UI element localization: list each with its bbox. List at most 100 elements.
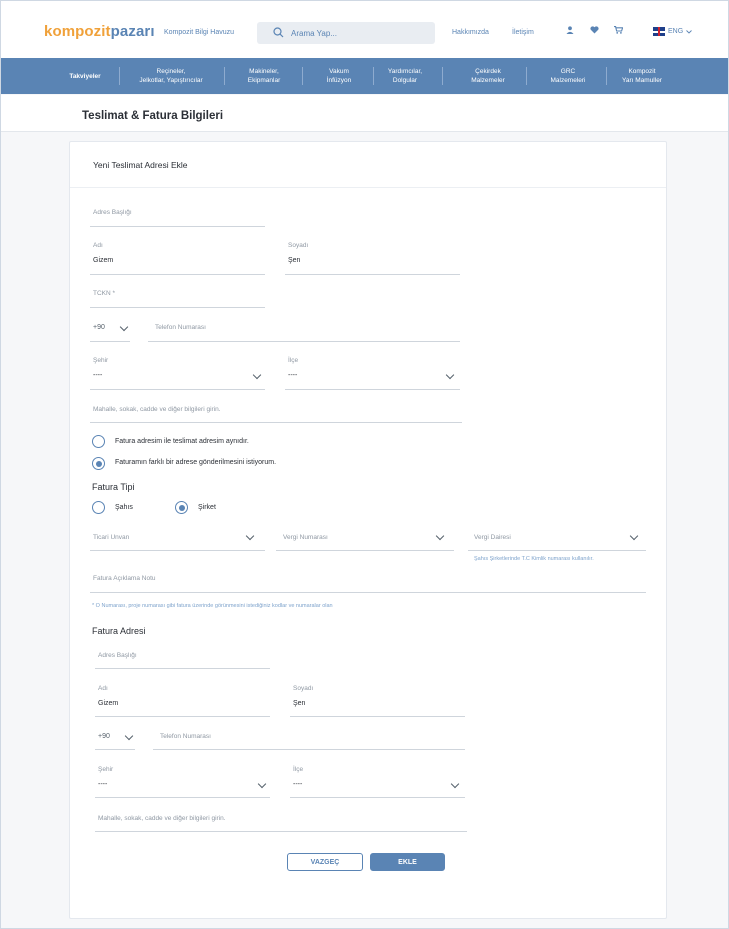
field-underline — [95, 716, 270, 717]
site-logo[interactable]: kompozitpazarı — [44, 23, 155, 40]
user-icon[interactable] — [566, 26, 574, 34]
page-title-bar: Teslimat & Fatura Bilgileri — [1, 95, 728, 132]
nav-item-kompozit-yari-mamuller[interactable]: Kompozit Yarı Mamuller — [611, 58, 673, 94]
chevron-down-icon — [124, 731, 134, 741]
field-underline — [285, 274, 460, 275]
chevron-down-icon — [245, 531, 255, 541]
invoice-last-name-label: Soyadı — [293, 685, 314, 692]
nav-divider — [526, 67, 527, 85]
field-underline — [95, 749, 135, 750]
invoice-city-label: Şehir — [98, 766, 114, 773]
first-name-label: Adı — [93, 242, 103, 249]
field-underline — [285, 389, 460, 390]
district-select[interactable]: ---- — [288, 372, 297, 379]
card-title: Yeni Teslimat Adresi Ekle — [93, 160, 188, 170]
last-name-field[interactable]: Şen — [288, 257, 300, 264]
logo-part-kompozit: kompozit — [44, 23, 111, 40]
page-title: Teslimat & Fatura Bilgileri — [82, 110, 224, 122]
field-underline — [95, 668, 270, 669]
language-selector[interactable]: ENG — [653, 27, 692, 36]
field-underline — [290, 797, 465, 798]
invoice-district-label: İlçe — [293, 766, 304, 773]
add-button[interactable]: EKLE — [370, 853, 445, 871]
same-address-radio[interactable] — [92, 435, 105, 448]
district-label: İlçe — [288, 357, 299, 364]
first-name-field[interactable]: Gizem — [93, 257, 113, 264]
nav-item-recineler[interactable]: Reçineler, Jelkotlar, Yapıştırıcılar — [128, 58, 214, 94]
invoice-address-title: Fatura Adresi — [92, 626, 146, 636]
field-underline — [90, 307, 265, 308]
chevron-down-icon — [445, 370, 455, 380]
category-nav: Takviyeler Reçineler, Jelkotlar, Yapıştı… — [1, 58, 728, 94]
address-detail-field[interactable]: Mahalle, sokak, cadde ve diğer bilgileri… — [93, 406, 221, 413]
search-icon — [273, 27, 284, 38]
city-select[interactable]: ---- — [93, 372, 102, 379]
personal-label: Şahıs — [115, 504, 133, 511]
field-underline — [90, 422, 462, 423]
phone-number-field[interactable]: Telefon Numarası — [155, 324, 206, 331]
field-underline — [95, 797, 270, 798]
iletisim-link[interactable]: İletişim — [512, 29, 534, 36]
chevron-down-icon — [252, 370, 262, 380]
invoice-address-title-field[interactable]: Adres Başlığı — [98, 652, 137, 659]
phone-code-select[interactable]: +90 — [93, 324, 105, 331]
cancel-button[interactable]: VAZGEÇ — [287, 853, 363, 871]
hakkimizda-link[interactable]: Hakkımızda — [452, 29, 489, 36]
invoice-note-field[interactable]: Fatura Açıklama Notu — [93, 575, 156, 582]
nav-item-grc[interactable]: GRC Malzemeleri — [538, 58, 598, 94]
company-label: Şirket — [198, 504, 216, 511]
invoice-phone-code-select[interactable]: +90 — [98, 733, 110, 740]
tax-number-select[interactable]: Vergi Numarası — [283, 534, 328, 541]
card-header: Yeni Teslimat Adresi Ekle — [70, 142, 666, 188]
city-label: Şehir — [93, 357, 109, 364]
personal-radio[interactable] — [92, 501, 105, 514]
invoice-address-detail-field[interactable]: Mahalle, sokak, cadde ve diğer bilgileri… — [98, 815, 226, 822]
page-frame: kompozitpazarı Kompozit Bilgi Havuzu Ara… — [0, 0, 729, 929]
language-label: ENG — [668, 28, 684, 35]
chevron-down-icon — [686, 29, 692, 34]
chevron-down-icon — [435, 531, 445, 541]
nav-divider — [302, 67, 303, 85]
field-underline — [90, 274, 265, 275]
invoice-note-hint: * O Numarası, proje numarası gibi fatura… — [92, 603, 333, 609]
different-address-radio[interactable] — [92, 457, 105, 470]
tax-office-select[interactable]: Vergi Dairesi — [474, 534, 511, 541]
address-title-field[interactable]: Adres Başlığı — [93, 209, 132, 216]
invoice-phone-number-field[interactable]: Telefon Numarası — [160, 733, 211, 740]
bilgi-havuzu-link[interactable]: Kompozit Bilgi Havuzu — [164, 29, 234, 36]
last-name-label: Soyadı — [288, 242, 309, 249]
heart-icon[interactable] — [590, 26, 599, 34]
tax-office-hint: Şahıs Şirketlerinde T.C Kimlik numarası … — [474, 556, 594, 562]
search-box[interactable]: Arama Yap... — [257, 22, 435, 44]
nav-item-vakum[interactable]: Vakum İnfüzyon — [312, 58, 366, 94]
chevron-down-icon — [257, 779, 267, 789]
field-underline — [95, 831, 467, 832]
invoice-district-select[interactable]: ---- — [293, 781, 302, 788]
different-address-label: Faturamın farklı bir adrese gönderilmesi… — [115, 459, 277, 466]
field-underline — [90, 550, 265, 551]
invoice-type-title: Fatura Tipi — [92, 482, 135, 492]
field-underline — [90, 341, 130, 342]
chevron-down-icon — [629, 531, 639, 541]
field-underline — [153, 749, 465, 750]
company-title-select[interactable]: Ticari Unvan — [93, 534, 129, 541]
search-placeholder: Arama Yap... — [291, 29, 337, 38]
nav-divider — [442, 67, 443, 85]
nav-item-cekirdek[interactable]: Çekirdek Malzemeler — [458, 58, 518, 94]
field-underline — [468, 550, 646, 551]
nav-item-takviyeler[interactable]: Takviyeler — [59, 58, 111, 94]
field-underline — [148, 341, 460, 342]
nav-item-yardimcilar[interactable]: Yardımcılar, Dolgular — [378, 58, 432, 94]
company-radio[interactable] — [175, 501, 188, 514]
uk-flag-icon — [653, 27, 665, 36]
invoice-city-select[interactable]: ---- — [98, 781, 107, 788]
invoice-first-name-field[interactable]: Gizem — [98, 700, 118, 707]
chevron-down-icon — [119, 322, 129, 332]
nav-item-makineler[interactable]: Makineler, Ekipmanlar — [234, 58, 294, 94]
invoice-last-name-field[interactable]: Şen — [293, 700, 305, 707]
field-underline — [90, 389, 265, 390]
tckn-field[interactable]: TCKN * — [93, 290, 115, 297]
cart-icon[interactable] — [614, 26, 623, 34]
field-underline — [290, 716, 465, 717]
address-form-card: Yeni Teslimat Adresi Ekle Adres Başlığı … — [69, 141, 667, 919]
